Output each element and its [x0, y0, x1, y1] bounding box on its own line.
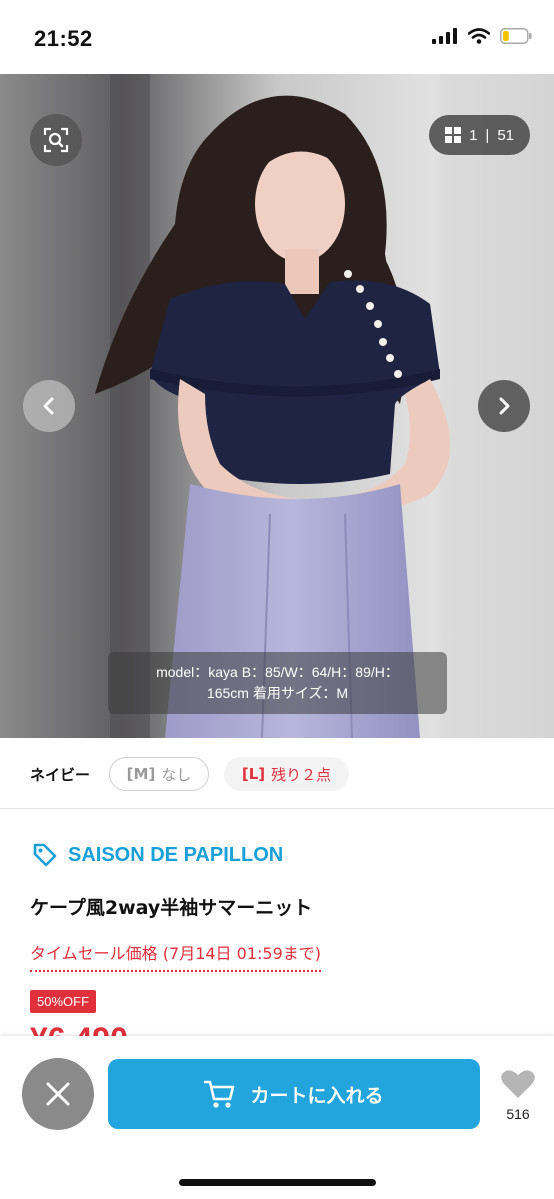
brand-link[interactable]: SAISON DE PAPILLON	[32, 842, 283, 868]
close-button[interactable]	[22, 1058, 94, 1130]
image-search-button[interactable]	[30, 114, 82, 166]
previous-image-button[interactable]	[23, 380, 75, 432]
battery-icon	[500, 28, 532, 44]
price: ¥6,490	[30, 1022, 128, 1036]
favorite-button[interactable]: 516	[498, 1068, 538, 1122]
chevron-left-icon	[43, 397, 54, 415]
caption-line-2: 165cm 着用サイズ：M	[206, 685, 349, 701]
image-search-icon	[43, 127, 69, 153]
caption-line-1: model：kaya B：85/W：64/H：89/H：	[156, 664, 399, 680]
status-time: 21:52	[34, 26, 93, 51]
gallery-counter[interactable]: 1 | 51	[429, 115, 530, 155]
wifi-icon	[468, 28, 490, 44]
next-image-button[interactable]	[478, 380, 530, 432]
heart-icon	[501, 1070, 535, 1098]
brand-name: SAISON DE PAPILLON	[68, 843, 284, 866]
size-m-stock: なし	[161, 765, 192, 784]
size-option-l[interactable]: [L] 残り２点	[224, 757, 349, 791]
product-title: ケープ風2way半袖サマーニット	[30, 897, 313, 919]
product-photo[interactable]	[0, 74, 554, 738]
counter-total: 51	[497, 126, 514, 144]
color-name: ネイビー	[30, 766, 91, 784]
counter-current: 1	[469, 126, 478, 144]
close-icon	[46, 1082, 70, 1106]
size-l-code: [L]	[241, 765, 266, 783]
status-bar: 21:52	[0, 0, 554, 74]
home-indicator	[179, 1179, 376, 1186]
grid-icon	[445, 127, 462, 143]
chevron-right-icon	[499, 397, 510, 415]
variant-row: ネイビー [M] なし [L] 残り２点	[0, 738, 554, 809]
add-to-cart-button[interactable]: カートに入れる	[108, 1059, 480, 1129]
size-option-m[interactable]: [M] なし	[109, 757, 209, 791]
tag-icon	[33, 843, 57, 867]
signal-icon	[432, 28, 457, 44]
counter-separator: |	[485, 126, 490, 144]
cart-icon	[204, 1080, 235, 1108]
discount-badge: 50%OFF	[30, 990, 97, 1013]
size-m-code: [M]	[126, 765, 156, 783]
add-to-cart-label: カートに入れる	[250, 1084, 384, 1107]
favorite-count: 516	[506, 1106, 530, 1122]
sale-label: タイムセール価格 (7月14日 01:59まで)	[30, 940, 321, 972]
status-icons	[432, 28, 532, 44]
model-caption: model：kaya B：85/W：64/H：89/H： 165cm 着用サイズ…	[108, 652, 447, 714]
size-l-stock: 残り２点	[271, 765, 332, 784]
